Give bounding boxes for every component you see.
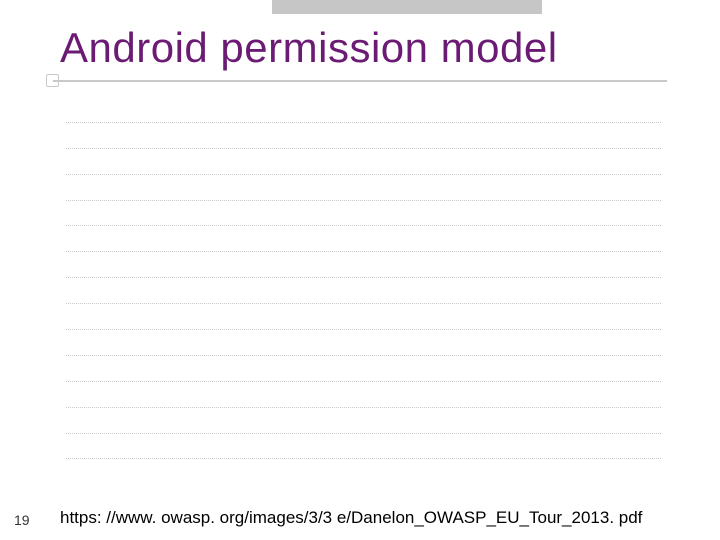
body-ruled-area: [66, 97, 661, 459]
ruled-line: [66, 97, 661, 123]
ruled-line: [66, 175, 661, 201]
page-number: 19: [14, 512, 30, 528]
title-underline: [53, 80, 667, 82]
ruled-line: [66, 434, 661, 460]
ruled-line: [66, 330, 661, 356]
slide-title: Android permission model: [60, 24, 558, 72]
footer-url: https: //www. owasp. org/images/3/3 e/Da…: [60, 508, 642, 528]
ruled-line: [66, 382, 661, 408]
ruled-line: [66, 304, 661, 330]
ruled-line: [66, 408, 661, 434]
ruled-line: [66, 226, 661, 252]
ruled-line: [66, 356, 661, 382]
ruled-line: [66, 149, 661, 175]
ruled-line: [66, 123, 661, 149]
ruled-line: [66, 278, 661, 304]
ruled-line: [66, 201, 661, 227]
top-note-block: [272, 0, 542, 14]
ruled-line: [66, 252, 661, 278]
